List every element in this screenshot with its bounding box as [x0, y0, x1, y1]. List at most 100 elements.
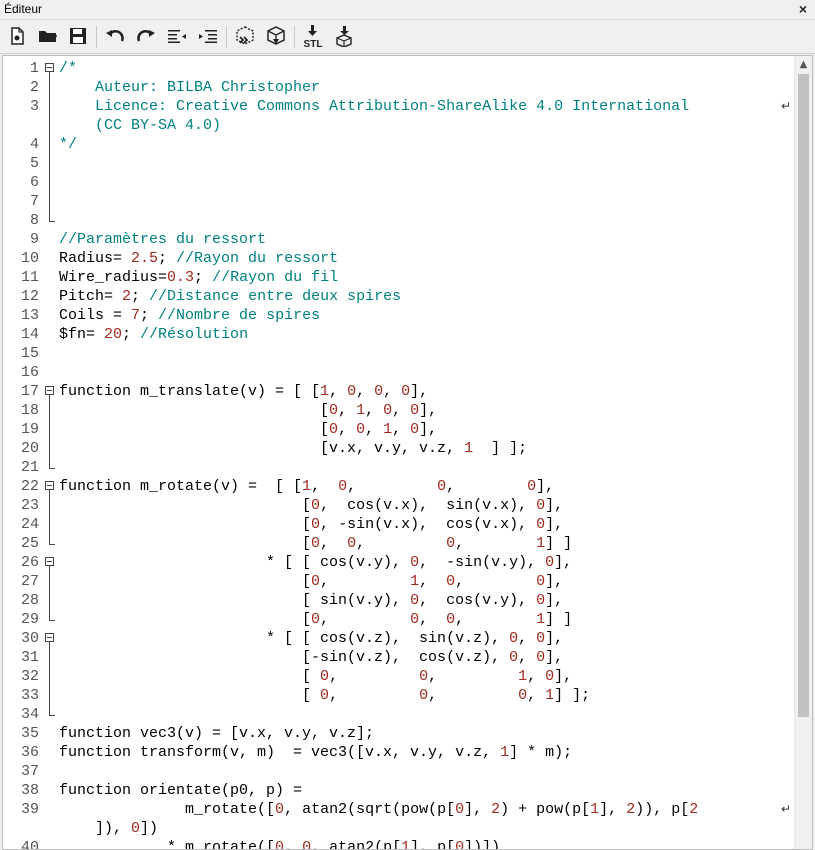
unindent-button[interactable] [165, 24, 189, 48]
code-line[interactable]: 17 function m_translate(v) = [ [1, 0, 0, … [3, 382, 793, 401]
code-token: ], [545, 592, 564, 609]
code-token: , [320, 535, 348, 552]
vertical-scrollbar[interactable]: ▲ [794, 56, 812, 849]
code-line[interactable]: 38 function orientate(p0, p) = [3, 781, 793, 800]
fold-gutter [45, 781, 57, 800]
code-line[interactable]: 31 [-sin(v.z), cos(v.z), 0, 0], [3, 648, 793, 667]
code-line[interactable]: 30 * [ [ cos(v.z), sin(v.z), 0, 0], [3, 629, 793, 648]
code-token: , [320, 611, 411, 628]
code-line[interactable]: (CC BY-SA 4.0) [3, 116, 793, 135]
code-text: [0, 1, 0, 0], [59, 401, 437, 420]
code-line[interactable]: 22 function m_rotate(v) = [ [1, 0, 0, 0], [3, 477, 793, 496]
code-comment: //Rayon du ressort [176, 250, 339, 267]
close-button[interactable]: × [799, 0, 807, 18]
code-line[interactable]: 8 [3, 211, 793, 230]
code-number: 1 [545, 687, 555, 704]
code-number: 0 [527, 478, 537, 495]
code-text: * [ [ cos(v.y), 0, -sin(v.y), 0], [59, 553, 572, 572]
code-line[interactable]: 36 function transform(v, m) = vec3([v.x, … [3, 743, 793, 762]
fold-toggle-icon[interactable] [45, 553, 57, 572]
code-line[interactable]: 33 [ 0, 0, 0, 1] ]; [3, 686, 793, 705]
code-line[interactable]: 12 Pitch= 2; //Distance entre deux spires [3, 287, 793, 306]
code-line[interactable]: 39 m_rotate([0, atan2(sqrt(pow(p[0], 2) … [3, 800, 793, 819]
save-button[interactable] [66, 24, 90, 48]
code-text: m_rotate([0, atan2(sqrt(pow(p[0], 2) + p… [59, 800, 698, 819]
code-line[interactable]: 21 [3, 458, 793, 477]
code-line[interactable]: 3 Licence: Creative Commons Attribution-… [3, 97, 793, 116]
code-text: Auteur: BILBA Christopher [59, 78, 320, 97]
fold-toggle-icon[interactable] [45, 382, 57, 401]
code-line[interactable]: 26 * [ [ cos(v.y), 0, -sin(v.y), 0], [3, 553, 793, 572]
code-line[interactable]: 1 /* [3, 59, 793, 78]
code-token: [ [59, 611, 312, 628]
code-line[interactable]: 19 [0, 0, 1, 0], [3, 420, 793, 439]
fold-gutter [45, 363, 57, 382]
code-line[interactable]: 11 Wire_radius=0.3; //Rayon du fil [3, 268, 793, 287]
line-number: 10 [20, 250, 39, 267]
code-line[interactable]: 4 */ [3, 135, 793, 154]
fold-toggle-icon[interactable] [45, 477, 57, 496]
fold-gutter [45, 819, 57, 838]
line-number: 30 [20, 630, 39, 647]
line-number: 6 [29, 174, 39, 191]
fold-gutter [45, 800, 57, 819]
code-line[interactable]: 16 [3, 363, 793, 382]
code-line[interactable]: ]), 0]) [3, 819, 793, 838]
export-3d-button[interactable] [332, 24, 356, 48]
code-line[interactable]: 2 Auteur: BILBA Christopher [3, 78, 793, 97]
code-line[interactable]: 37 [3, 762, 793, 781]
code-line[interactable]: 9 //Paramètres du ressort [3, 230, 793, 249]
fold-guide [45, 648, 57, 667]
undo-button[interactable] [103, 24, 127, 48]
code-line[interactable]: 14 $fn= 20; //Résolution [3, 325, 793, 344]
code-line[interactable]: 40 * m_rotate([0, 0, atan2(p[1], p[0])]) [3, 838, 793, 849]
code-line[interactable]: 20 [v.x, v.y, v.z, 1 ] ]; [3, 439, 793, 458]
code-line[interactable]: 27 [0, 1, 0, 0], [3, 572, 793, 591]
code-line[interactable]: 18 [0, 1, 0, 0], [3, 401, 793, 420]
render-button[interactable] [264, 24, 288, 48]
code-line[interactable]: 7 [3, 192, 793, 211]
code-line[interactable]: 10 Radius= 2.5; //Rayon du ressort [3, 249, 793, 268]
code-line[interactable]: 23 [0, cos(v.x), sin(v.x), 0], [3, 496, 793, 515]
code-line[interactable]: 15 [3, 344, 793, 363]
code-line[interactable]: 24 [0, -sin(v.x), cos(v.x), 0], [3, 515, 793, 534]
code-token: , cos(v.x), sin(v.x), [320, 497, 537, 514]
code-editor[interactable]: 1/* 2 Auteur: BILBA Christopher 3 Licence:… [2, 55, 813, 850]
code-text: function m_rotate(v) = [ [1, 0, 0, 0], [59, 477, 554, 496]
indent-button[interactable] [196, 24, 220, 48]
preview-button[interactable] [233, 24, 257, 48]
code-token: , [320, 573, 411, 590]
code-token: [ [59, 497, 312, 514]
code-token: , [527, 668, 546, 685]
unindent-icon [168, 30, 186, 43]
export-stl-button[interactable]: STL [301, 24, 325, 48]
code-token: , [419, 611, 447, 628]
new-file-button[interactable] [5, 24, 29, 48]
line-number: 3 [29, 98, 39, 115]
code-token: ], [545, 649, 564, 666]
code-line[interactable]: 34 [3, 705, 793, 724]
scroll-up-arrow-icon[interactable]: ▲ [795, 56, 812, 73]
code-token: ], [545, 516, 564, 533]
redo-button[interactable] [134, 24, 158, 48]
code-line[interactable]: 13 Coils = 7; //Nombre de spires [3, 306, 793, 325]
code-token: [ [59, 573, 312, 590]
scrollbar-thumb[interactable] [798, 74, 809, 717]
line-number: 23 [20, 497, 39, 514]
fold-gutter [45, 230, 57, 249]
code-token: ], [419, 421, 438, 438]
code-number: 0 [338, 478, 348, 495]
fold-toggle-icon[interactable] [45, 59, 57, 78]
code-token: ; [131, 288, 150, 305]
fold-toggle-icon[interactable] [45, 629, 57, 648]
code-number: 0 [329, 421, 339, 438]
code-line[interactable]: 35 function vec3(v) = [v.x, v.y, v.z]; [3, 724, 793, 743]
code-number: 0 [446, 535, 456, 552]
code-line[interactable]: 5 [3, 154, 793, 173]
open-file-button[interactable] [36, 24, 60, 48]
code-line[interactable]: 28 [ sin(v.y), 0, cos(v.y), 0], [3, 591, 793, 610]
code-line[interactable]: 25 [0, 0, 0, 1] ] [3, 534, 793, 553]
code-line[interactable]: 6 [3, 173, 793, 192]
code-line[interactable]: 29 [0, 0, 0, 1] ] [3, 610, 793, 629]
code-line[interactable]: 32 [ 0, 0, 1, 0], [3, 667, 793, 686]
